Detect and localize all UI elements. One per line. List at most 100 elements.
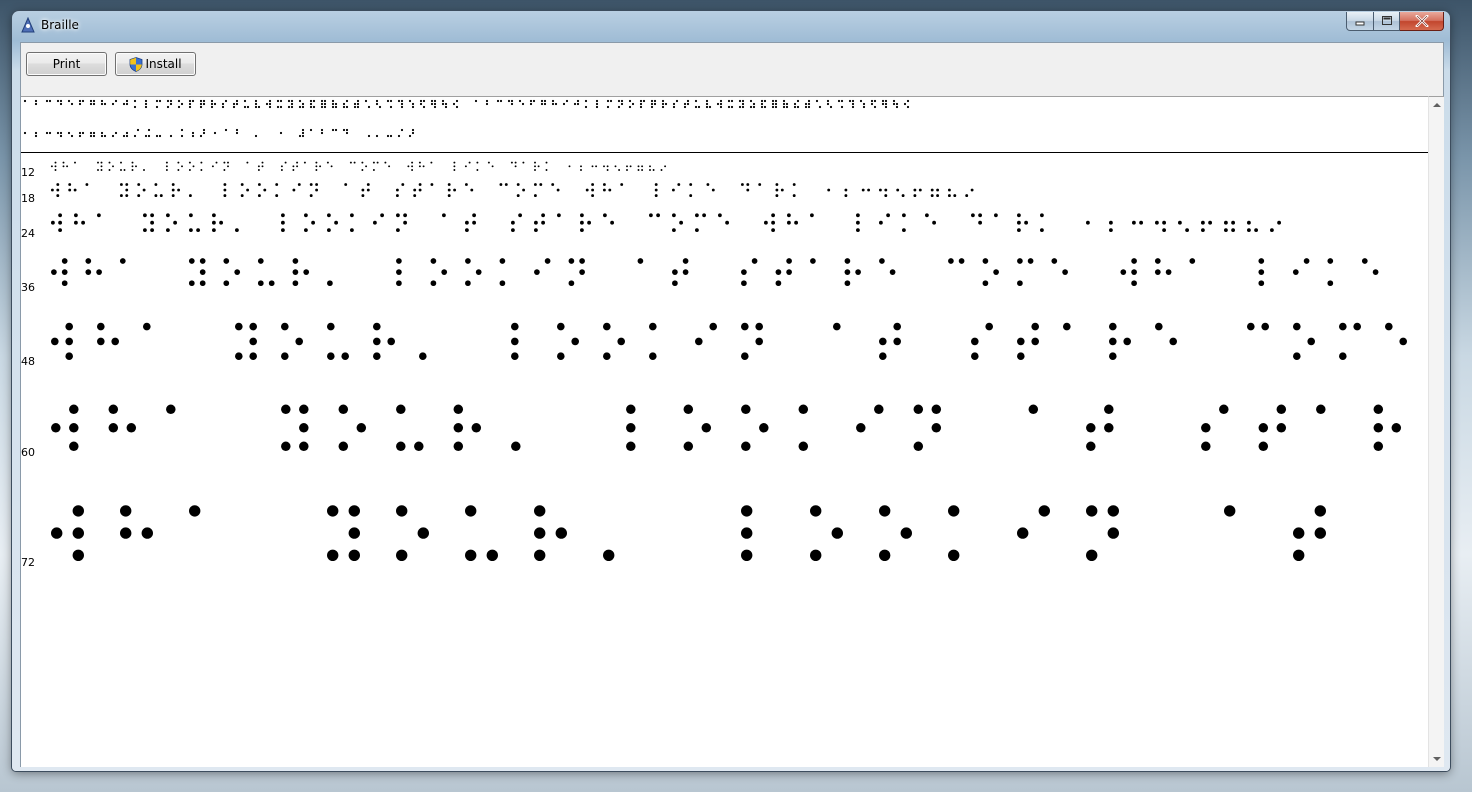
braille-dot <box>628 99 632 103</box>
braille-dot <box>1017 337 1025 346</box>
braille-dot <box>727 105 731 109</box>
braille-dot <box>315 161 318 164</box>
braille-dot <box>867 188 871 192</box>
braille-dot <box>366 183 370 186</box>
braille-dot <box>602 183 606 186</box>
braille-dot <box>947 194 951 198</box>
braille-dot <box>1258 423 1269 433</box>
braille-dot <box>672 269 678 275</box>
braille-dot <box>50 188 54 192</box>
braille-dot <box>1276 404 1287 415</box>
braille-dot <box>511 441 521 452</box>
braille-dot <box>1373 404 1384 415</box>
braille-dot <box>349 161 352 164</box>
braille-dot <box>807 105 811 109</box>
braille-dot <box>719 105 723 109</box>
braille-preview-area[interactable]: 12 18 24 36 48 60 72 <box>21 96 1428 767</box>
braille-dot <box>144 102 148 106</box>
braille-dot <box>568 280 575 287</box>
scroll-down-arrow-icon[interactable] <box>1433 757 1441 761</box>
braille-dot <box>565 99 569 103</box>
braille-dot <box>617 105 621 109</box>
braille-dot <box>70 102 74 106</box>
braille-dot <box>1224 505 1236 517</box>
braille-dot <box>653 99 657 103</box>
braille-dot <box>516 194 520 198</box>
braille-dot <box>444 105 448 109</box>
braille-dot <box>1017 213 1021 218</box>
braille-dot <box>545 169 548 171</box>
braille-dot <box>1185 228 1189 233</box>
braille-dot <box>774 99 778 103</box>
braille-dot <box>433 105 437 109</box>
braille-dot <box>72 527 84 539</box>
braille-dot <box>223 258 230 264</box>
braille-dot <box>568 165 571 168</box>
braille-dot <box>510 161 513 164</box>
braille-dot <box>534 269 540 275</box>
braille-dot <box>741 322 749 331</box>
braille-dot <box>384 161 387 164</box>
braille-dot <box>626 165 628 168</box>
close-button[interactable] <box>1400 12 1444 31</box>
braille-dot <box>771 228 775 233</box>
braille-dot <box>131 165 134 168</box>
braille-dot <box>411 102 415 106</box>
braille-dot <box>301 134 305 138</box>
braille-dot <box>279 131 283 135</box>
braille-dot <box>760 99 764 103</box>
braille-dot <box>541 213 545 218</box>
braille-dot <box>177 188 181 192</box>
print-button[interactable]: Print <box>26 52 107 76</box>
braille-dot <box>1017 220 1021 225</box>
braille-dot <box>1062 269 1068 275</box>
braille-dot <box>903 102 907 106</box>
braille-dot <box>144 134 148 138</box>
braille-dot <box>188 194 192 198</box>
braille-dot <box>580 228 584 233</box>
braille-dot <box>892 99 896 103</box>
braille-dot <box>591 183 595 186</box>
braille-dot <box>67 131 71 135</box>
scroll-up-arrow-icon[interactable] <box>1433 103 1441 107</box>
braille-dot <box>844 280 851 287</box>
braille-dot <box>573 102 577 106</box>
braille-dot <box>534 549 546 561</box>
braille-dot <box>292 280 299 287</box>
minimize-button[interactable] <box>1346 12 1374 31</box>
braille-dot <box>58 213 62 218</box>
braille-dot <box>881 99 885 103</box>
braille-dot <box>804 102 808 106</box>
braille-dot <box>771 213 775 218</box>
braille-dot <box>595 165 598 168</box>
braille-dot <box>59 134 63 138</box>
title-bar[interactable]: Braille <box>12 11 1450 41</box>
braille-dot <box>522 188 526 192</box>
braille-dot <box>603 165 605 168</box>
braille-dot <box>100 99 104 103</box>
braille-dot <box>507 99 511 103</box>
braille-dot <box>609 99 613 103</box>
braille-dot <box>932 220 936 225</box>
maximize-button[interactable] <box>1374 12 1400 31</box>
braille-dot <box>861 188 865 192</box>
braille-dot <box>319 165 322 168</box>
install-button[interactable]: Install <box>115 52 196 76</box>
braille-dot <box>913 194 917 198</box>
braille-dot <box>516 183 520 186</box>
sample-line-18 <box>50 183 974 198</box>
braille-dot <box>114 131 118 135</box>
braille-dot <box>787 220 791 225</box>
vertical-scrollbar[interactable] <box>1428 96 1444 767</box>
braille-dot <box>514 161 517 164</box>
braille-dot <box>320 105 324 109</box>
braille-dot <box>296 165 299 168</box>
braille-dot <box>235 102 239 106</box>
braille-dot <box>1385 322 1393 331</box>
braille-dot <box>1107 527 1120 539</box>
braille-dot <box>579 258 585 264</box>
braille-dot <box>224 128 228 132</box>
braille-dot <box>400 105 404 109</box>
braille-dot <box>246 188 250 192</box>
braille-dot <box>54 165 57 168</box>
